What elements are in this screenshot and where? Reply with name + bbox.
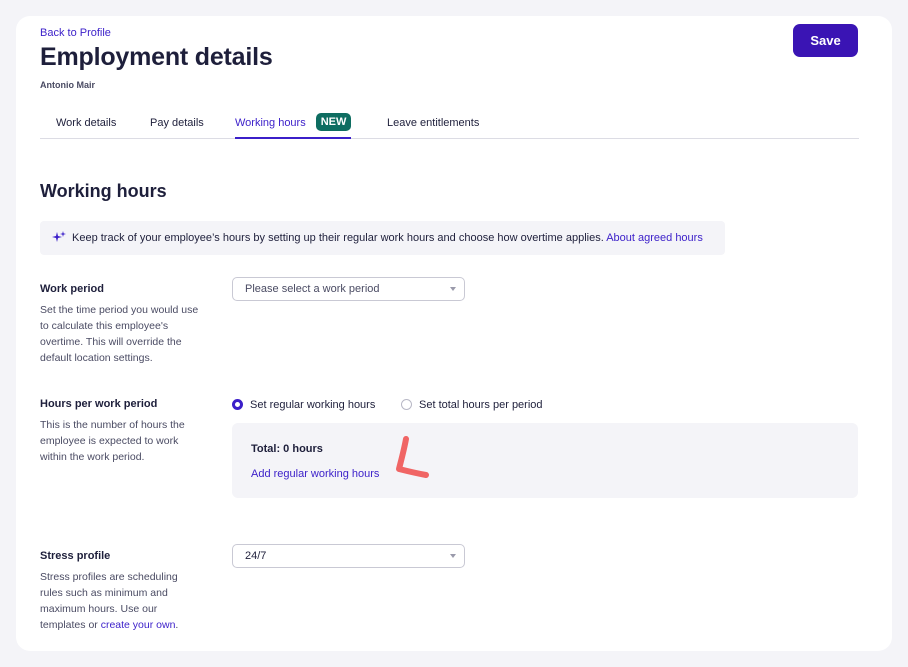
tab-label: Working hours [235,117,306,129]
section-title: Working hours [40,181,167,201]
tab-work-details[interactable]: Work details [56,108,116,138]
tab-working-hours[interactable]: Working hours NEW [235,108,352,139]
description-period: . [175,619,179,631]
hours-per-work-period-label: Hours per work period [40,398,158,410]
radio-button-checked[interactable] [232,399,243,410]
work-period-select[interactable]: Please select a work period [232,277,465,301]
tab-label: Pay details [150,117,204,129]
page-title: Employment details [40,43,273,71]
tab-bar: Work details Pay details Working hours NE… [40,108,859,139]
radio-label: Set total hours per period [419,399,543,411]
employee-name: Antonio Mair [40,80,95,90]
tab-leave-entitlements[interactable]: Leave entitlements [387,108,479,138]
add-regular-working-hours-link[interactable]: Add regular working hours [251,468,379,480]
total-hours: Total: 0 hours [251,443,323,455]
new-badge: NEW [315,113,352,132]
info-banner: Keep track of your employee’s hours by s… [40,221,725,255]
check-mark-annotation [396,436,429,478]
hours-per-work-period-description: This is the number of hours the employee… [40,419,185,463]
work-period-label: Work period [40,283,104,295]
stress-profile-label: Stress profile [40,550,111,562]
about-agreed-hours-link[interactable]: About agreed hours [606,232,703,244]
stress-profile-value: 24/7 [245,550,267,562]
tab-label: Work details [56,117,117,129]
tab-pay-details[interactable]: Pay details [150,108,204,138]
regular-hours-panel: Total: 0 hours Add regular working hours [232,423,858,498]
employment-details-card: Back to Profile Employment details Anton… [16,16,892,651]
chevron-down-icon [450,287,456,291]
sparkle-icon [52,231,66,242]
radio-button-unchecked[interactable] [401,399,412,410]
info-text: Keep track of your employee’s hours by s… [72,232,604,244]
chevron-down-icon [450,554,456,558]
tab-label: Leave entitlements [387,117,480,129]
work-period-description: Set the time period you would use to cal… [40,304,199,364]
save-button[interactable]: Save [793,24,858,57]
radio-label: Set regular working hours [250,399,376,411]
stress-profile-description: Stress profiles are scheduling rules suc… [40,569,200,633]
stress-profile-select[interactable]: 24/7 [232,544,465,568]
back-to-profile-link[interactable]: Back to Profile [40,27,111,39]
create-your-own-link[interactable]: create your own [101,619,176,631]
work-period-placeholder: Please select a work period [245,283,380,295]
